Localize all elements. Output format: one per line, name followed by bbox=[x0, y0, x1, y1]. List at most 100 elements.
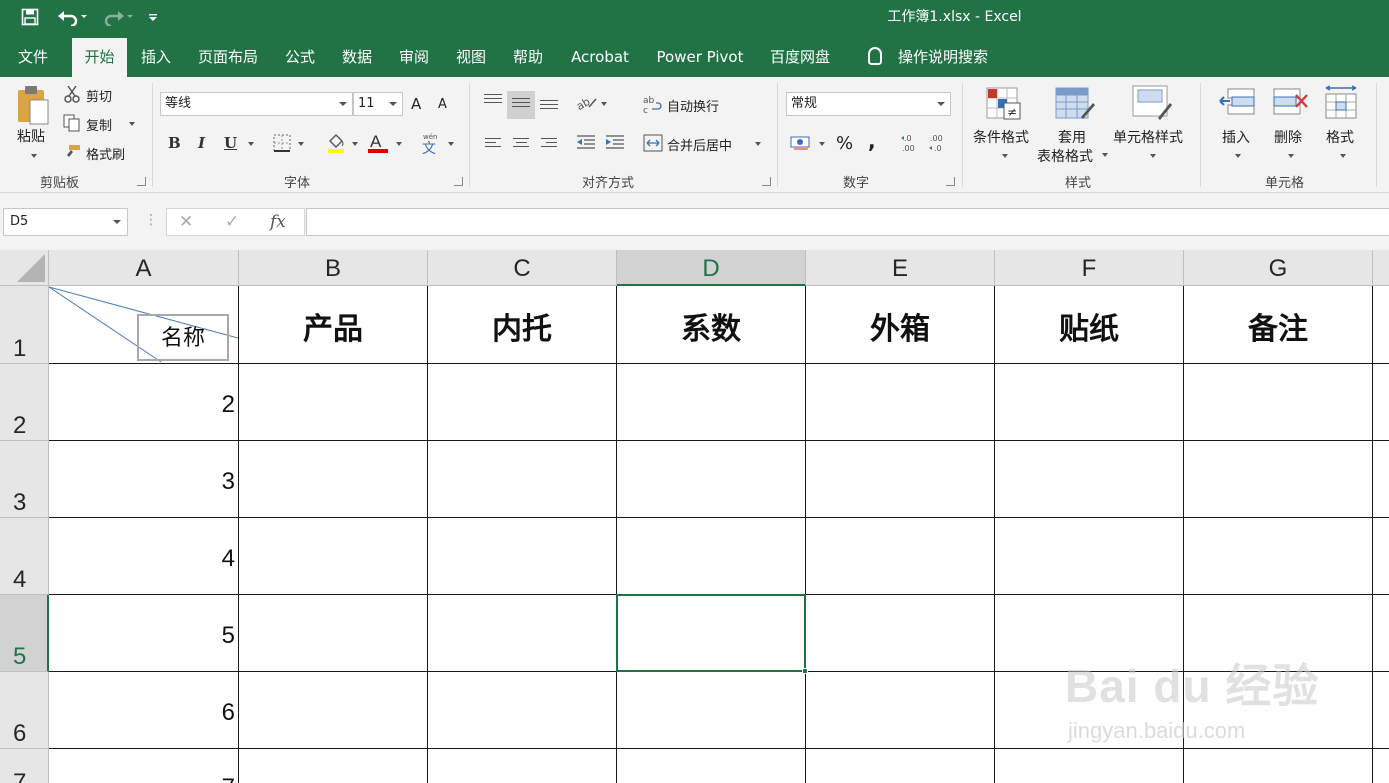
accounting-dropdown-icon[interactable] bbox=[819, 142, 825, 146]
insert-cells-button[interactable]: 插入 bbox=[1222, 127, 1250, 147]
border-icon[interactable] bbox=[273, 134, 291, 156]
cell-e1[interactable]: 外箱 bbox=[806, 304, 994, 347]
tab-home[interactable]: 开始 bbox=[72, 38, 127, 77]
tab-page-layout[interactable]: 页面布局 bbox=[194, 38, 262, 77]
cancel-icon[interactable]: ✕ bbox=[179, 212, 193, 232]
orientation-dropdown-icon[interactable] bbox=[601, 102, 607, 106]
align-middle-icon[interactable] bbox=[507, 91, 535, 119]
row-header-7[interactable]: 7 bbox=[0, 749, 49, 783]
tab-power-pivot[interactable]: Power Pivot bbox=[652, 38, 748, 77]
increase-decimal-icon[interactable]: .0.00 bbox=[900, 133, 920, 157]
column-header-d[interactable]: D bbox=[617, 250, 806, 286]
format-cells-button[interactable]: 格式 bbox=[1326, 127, 1354, 147]
underline-dropdown-icon[interactable] bbox=[248, 142, 254, 146]
font-color-dropdown-icon[interactable] bbox=[396, 142, 402, 146]
insert-function-icon[interactable]: fx bbox=[270, 212, 286, 232]
number-launcher-icon[interactable] bbox=[946, 177, 955, 186]
delete-cells-button[interactable]: 删除 bbox=[1274, 127, 1302, 147]
cell-styles-button[interactable]: 单元格样式 bbox=[1113, 127, 1183, 147]
merge-dropdown-icon[interactable] bbox=[755, 142, 761, 146]
tab-tell-me[interactable]: 操作说明搜索 bbox=[862, 38, 994, 77]
font-color-icon[interactable]: A bbox=[367, 131, 389, 159]
cell-a6[interactable]: 6 bbox=[49, 699, 235, 727]
cell-b1[interactable]: 产品 bbox=[239, 304, 427, 347]
column-header-g[interactable]: G bbox=[1184, 250, 1373, 286]
row-header-4[interactable]: 4 bbox=[0, 518, 49, 595]
tab-insert[interactable]: 插入 bbox=[136, 38, 176, 77]
column-header-b[interactable]: B bbox=[239, 250, 428, 286]
format-painter-button[interactable]: 格式刷 bbox=[86, 144, 125, 163]
font-launcher-icon[interactable] bbox=[454, 177, 463, 186]
enter-icon[interactable]: ✓ bbox=[225, 212, 239, 232]
percent-button[interactable]: % bbox=[836, 133, 853, 154]
alignment-launcher-icon[interactable] bbox=[762, 177, 771, 186]
cell-a7[interactable]: 7 bbox=[49, 774, 235, 783]
conditional-dropdown-icon[interactable] bbox=[1002, 154, 1008, 158]
underline-button[interactable]: U bbox=[224, 134, 237, 152]
tab-help[interactable]: 帮助 bbox=[508, 38, 548, 77]
name-box[interactable]: D5 bbox=[3, 208, 128, 236]
column-header-a[interactable]: A bbox=[49, 250, 239, 286]
wrap-text-button[interactable]: 自动换行 bbox=[667, 96, 719, 115]
paste-dropdown-icon[interactable] bbox=[31, 154, 37, 158]
merge-center-button[interactable]: 合并后居中 bbox=[667, 135, 732, 154]
format-cells-dropdown-icon[interactable] bbox=[1340, 154, 1346, 158]
cell-d1[interactable]: 系数 bbox=[617, 304, 805, 347]
cut-button[interactable]: 剪切 bbox=[86, 86, 112, 105]
paste-icon[interactable] bbox=[14, 84, 54, 128]
paste-button[interactable]: 粘贴 bbox=[17, 126, 45, 146]
bold-button[interactable]: B bbox=[168, 134, 181, 152]
number-format-select[interactable]: 常规 bbox=[786, 92, 951, 116]
copy-button[interactable]: 复制 bbox=[86, 115, 112, 134]
decrease-decimal-icon[interactable]: .00.0 bbox=[928, 133, 948, 157]
fill-handle[interactable] bbox=[802, 668, 808, 674]
font-size-select[interactable]: 11 bbox=[353, 92, 403, 116]
tab-acrobat[interactable]: Acrobat bbox=[566, 38, 634, 77]
align-right-icon[interactable] bbox=[541, 138, 557, 150]
comma-button[interactable]: , bbox=[868, 129, 876, 153]
accounting-format-icon[interactable] bbox=[790, 134, 812, 156]
conditional-format-button[interactable]: 条件格式 bbox=[973, 127, 1029, 147]
shrink-font-button[interactable]: A bbox=[438, 97, 447, 112]
fill-color-icon[interactable] bbox=[326, 132, 346, 158]
table-format-button-line2[interactable]: 表格格式 bbox=[1037, 146, 1093, 166]
grow-font-button[interactable]: A bbox=[411, 95, 421, 113]
tab-view[interactable]: 视图 bbox=[451, 38, 491, 77]
formula-input[interactable] bbox=[306, 208, 1389, 236]
tab-review[interactable]: 审阅 bbox=[394, 38, 434, 77]
align-left-icon[interactable] bbox=[485, 138, 501, 150]
fill-color-dropdown-icon[interactable] bbox=[352, 142, 358, 146]
cell-a5[interactable]: 5 bbox=[49, 622, 235, 650]
selected-cell-d5[interactable] bbox=[616, 594, 808, 674]
tab-formulas[interactable]: 公式 bbox=[280, 38, 320, 77]
cell-f1[interactable]: 贴纸 bbox=[995, 304, 1183, 347]
phonetic-icon[interactable]: wén 文 bbox=[420, 131, 442, 159]
row-header-6[interactable]: 6 bbox=[0, 672, 49, 749]
align-top-icon[interactable] bbox=[484, 94, 502, 106]
select-all-button[interactable] bbox=[0, 250, 49, 286]
border-dropdown-icon[interactable] bbox=[298, 142, 304, 146]
align-center-icon[interactable] bbox=[513, 138, 529, 150]
column-header-f[interactable]: F bbox=[995, 250, 1184, 286]
a1-name-label[interactable]: 名称 bbox=[137, 314, 229, 361]
orientation-icon[interactable]: ab bbox=[574, 93, 598, 115]
table-format-button-line1[interactable]: 套用 bbox=[1058, 127, 1086, 147]
cell-styles-dropdown-icon[interactable] bbox=[1150, 154, 1156, 158]
cell-a3[interactable]: 3 bbox=[49, 468, 235, 496]
copy-dropdown-icon[interactable] bbox=[129, 122, 135, 126]
increase-indent-icon[interactable] bbox=[605, 135, 625, 155]
tab-baidu-netdisk[interactable]: 百度网盘 bbox=[766, 38, 834, 77]
phonetic-dropdown-icon[interactable] bbox=[448, 142, 454, 146]
align-bottom-icon[interactable] bbox=[540, 100, 558, 112]
cell-g1[interactable]: 备注 bbox=[1184, 304, 1372, 347]
column-header-c[interactable]: C bbox=[428, 250, 617, 286]
cell-a4[interactable]: 4 bbox=[49, 545, 235, 573]
decrease-indent-icon[interactable] bbox=[576, 135, 596, 155]
italic-button[interactable]: I bbox=[198, 134, 205, 152]
row-header-2[interactable]: 2 bbox=[0, 364, 49, 441]
tab-data[interactable]: 数据 bbox=[337, 38, 377, 77]
cell-a2[interactable]: 2 bbox=[49, 391, 235, 419]
font-name-select[interactable]: 等线 bbox=[160, 92, 353, 116]
clipboard-launcher-icon[interactable] bbox=[137, 177, 146, 186]
column-header-h[interactable] bbox=[1373, 250, 1389, 286]
